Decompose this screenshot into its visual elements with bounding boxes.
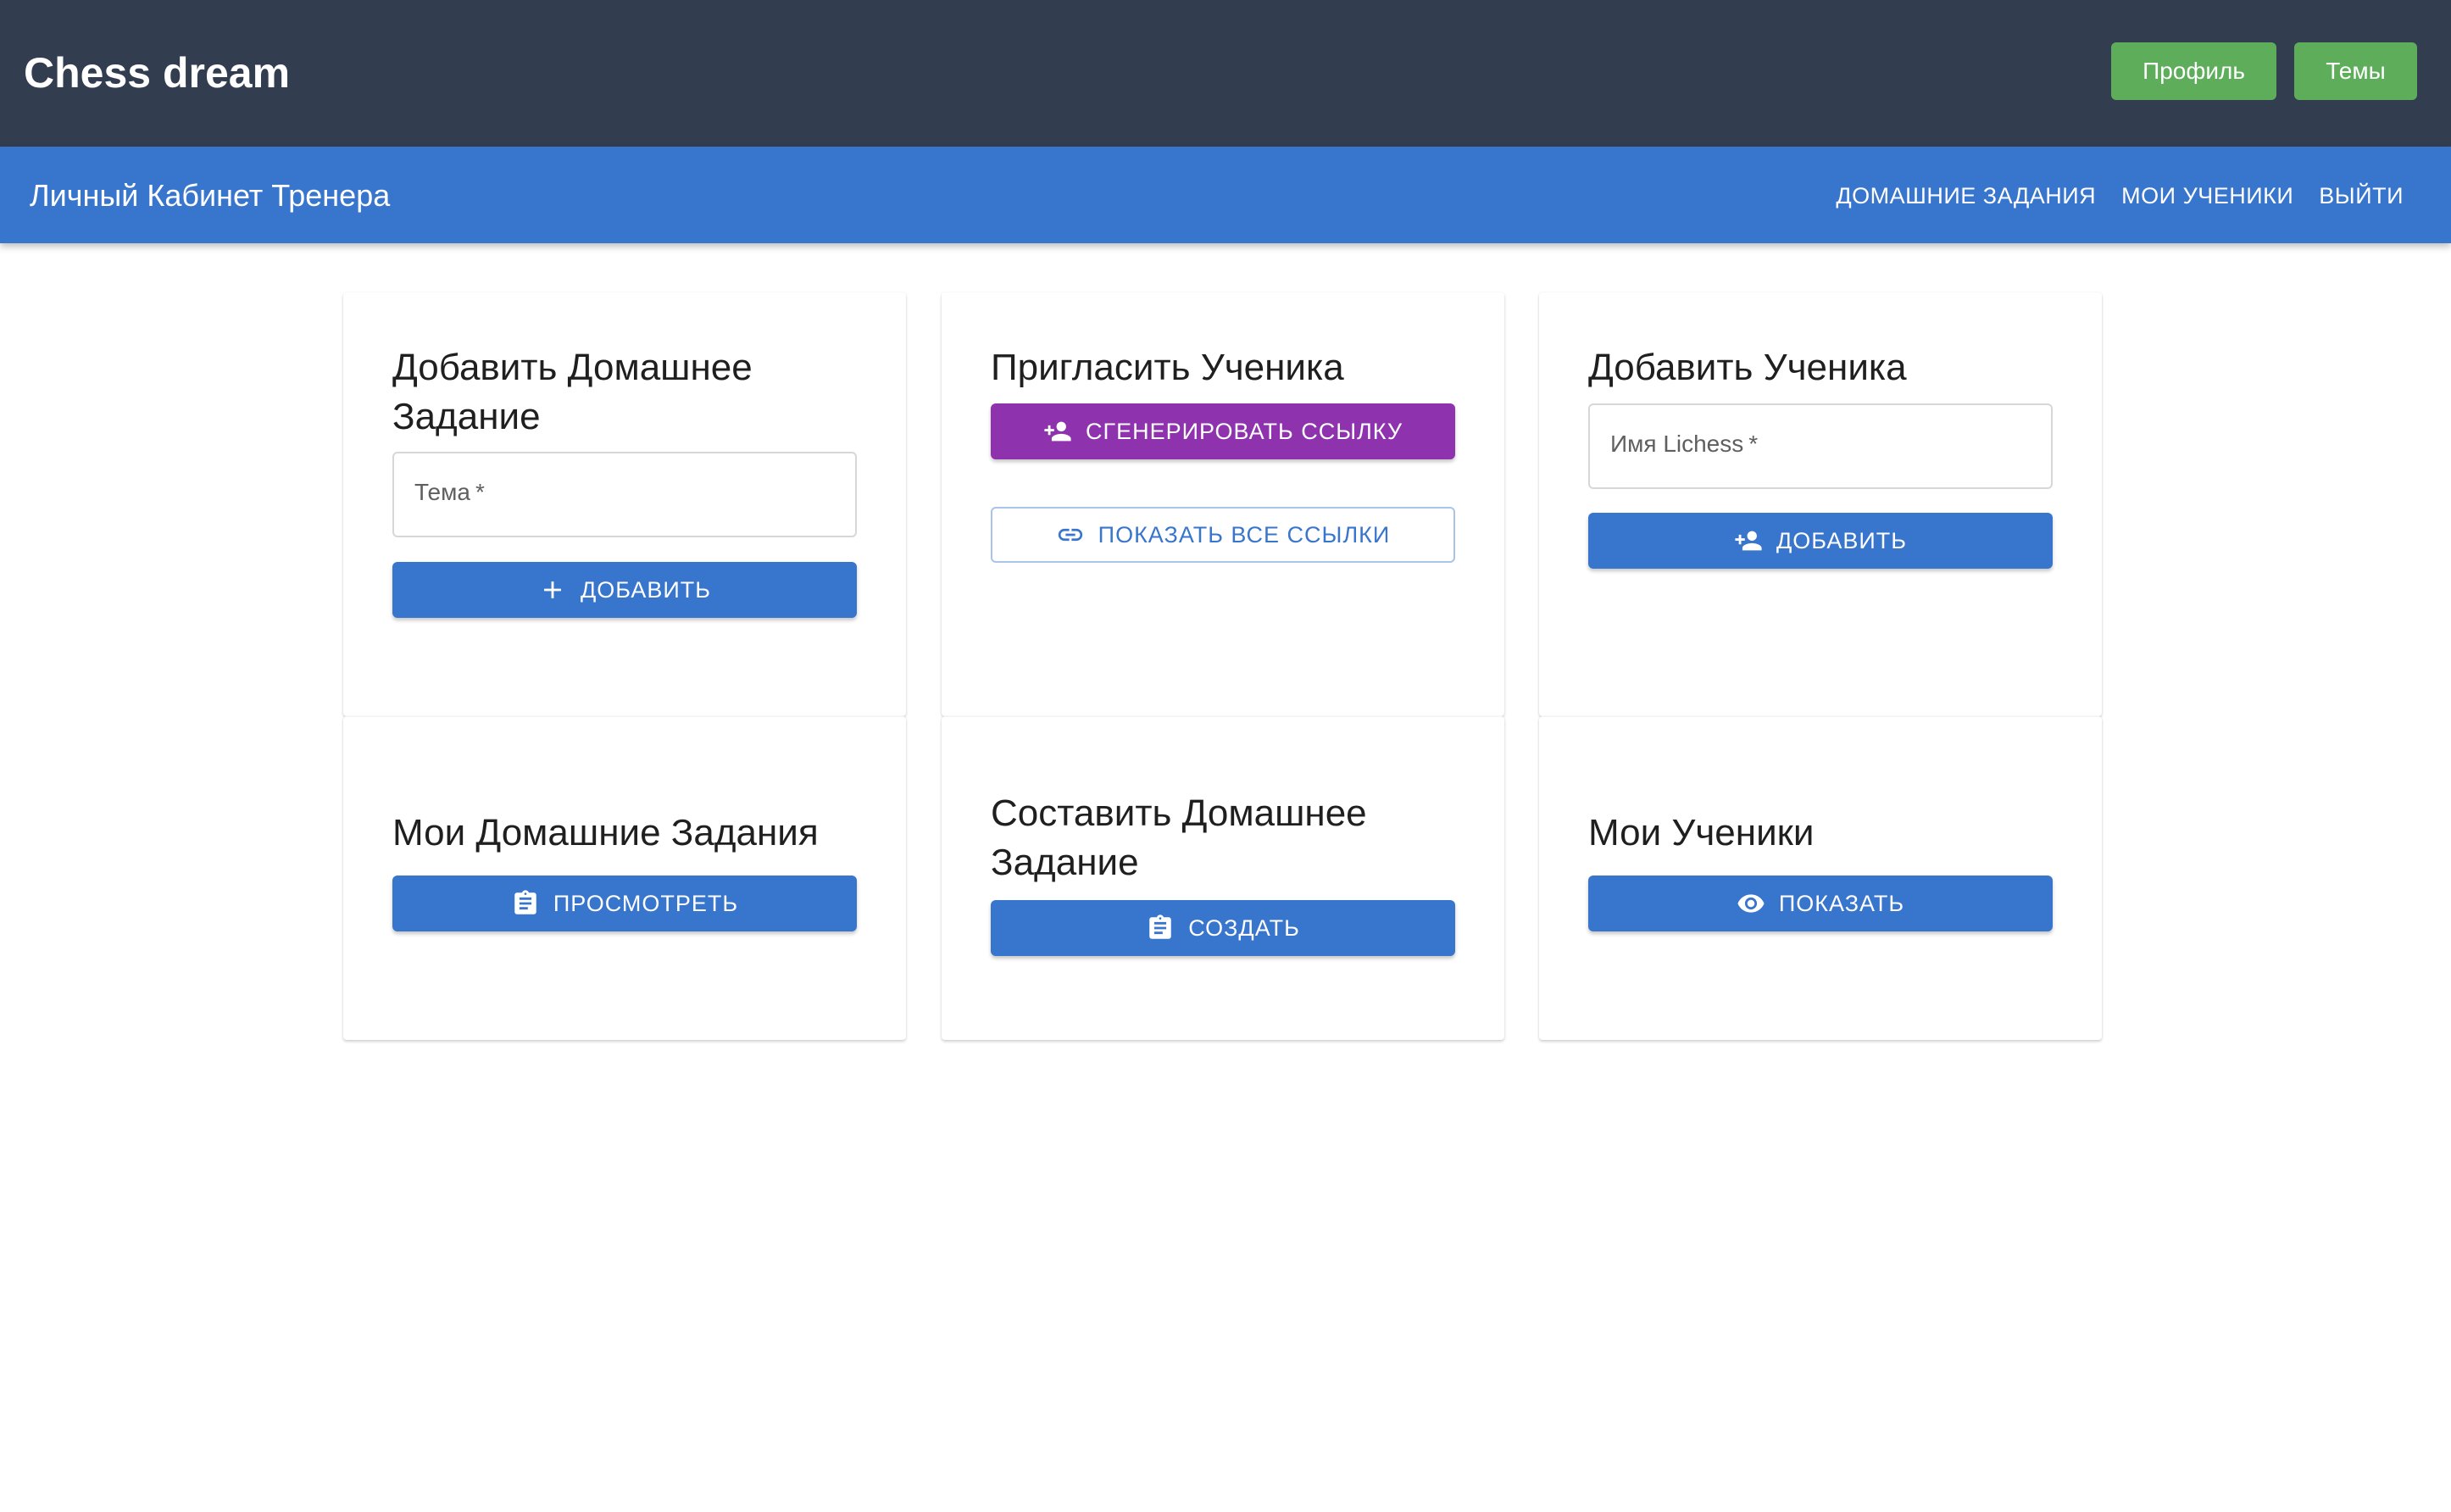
generate-link-button[interactable]: СГЕНЕРИРОВАТЬ ССЫЛКУ <box>991 403 1455 459</box>
person-add-icon <box>1735 531 1762 551</box>
invite-student-card: Пригласить Ученика СГЕНЕРИРОВАТЬ ССЫЛКУ … <box>942 292 1504 716</box>
card-title: Пригласить Ученика <box>991 347 1344 388</box>
trainer-toolbar: Личный Кабинет Тренера ДОМАШНИЕ ЗАДАНИЯ … <box>0 147 2451 243</box>
app-title: Chess dream <box>24 49 291 97</box>
person-add-icon <box>1044 421 1071 442</box>
nav-my-students-link[interactable]: МОИ УЧЕНИКИ <box>2121 179 2293 213</box>
add-homework-button[interactable]: ДОБАВИТЬ <box>392 562 857 618</box>
field-label: Имя Lichess * <box>1610 431 1759 457</box>
themes-button[interactable]: Темы <box>2294 42 2417 100</box>
profile-button[interactable]: Профиль <box>2111 42 2276 100</box>
trainer-nav: ДОМАШНИЕ ЗАДАНИЯ МОИ УЧЕНИКИ ВЫЙТИ <box>1836 179 2404 213</box>
card-title: Добавить Домашнее Задание <box>392 347 753 437</box>
homework-topic-field[interactable]: Тема * <box>392 452 857 537</box>
add-student-button[interactable]: ДОБАВИТЬ <box>1588 513 2053 569</box>
view-homework-button[interactable]: ПРОСМОТРЕТЬ <box>392 876 857 931</box>
add-student-card: Добавить Ученика Имя Lichess * ДОБАВИТЬ <box>1539 292 2102 716</box>
card-title: Добавить Ученика <box>1588 347 1907 388</box>
card-title: Составить Домашнее Задание <box>991 792 1367 883</box>
clipboard-icon <box>514 890 536 914</box>
add-homework-card: Добавить Домашнее Задание Тема * ДОБАВИТЬ <box>343 292 906 716</box>
compose-homework-card: Составить Домашнее Задание СОЗДАТЬ <box>942 716 1504 1040</box>
plus-icon <box>544 581 561 598</box>
eye-icon <box>1737 894 1765 913</box>
clipboard-icon <box>1149 914 1171 939</box>
nav-homework-link[interactable]: ДОМАШНИЕ ЗАДАНИЯ <box>1836 179 2096 213</box>
link-icon <box>1058 528 1082 542</box>
page-title: Личный Кабинет Тренера <box>30 178 391 213</box>
card-title: Мои Ученики <box>1588 812 1815 853</box>
show-students-button[interactable]: ПОКАЗАТЬ <box>1588 876 2053 931</box>
nav-logout-link[interactable]: ВЫЙТИ <box>2319 179 2404 213</box>
card-title: Мои Домашние Задания <box>392 812 819 853</box>
show-all-links-button[interactable]: ПОКАЗАТЬ ВСЕ ССЫЛКИ <box>991 507 1455 563</box>
top-app-bar: Chess dream Профиль Темы <box>0 0 2451 147</box>
field-label: Тема * <box>414 479 485 505</box>
my-homework-card: Мои Домашние Задания ПРОСМОТРЕТЬ <box>343 716 906 1040</box>
create-homework-button[interactable]: СОЗДАТЬ <box>991 900 1455 956</box>
my-students-card: Мои Ученики ПОКАЗАТЬ <box>1539 716 2102 1040</box>
lichess-name-field[interactable]: Имя Lichess * <box>1588 403 2053 489</box>
